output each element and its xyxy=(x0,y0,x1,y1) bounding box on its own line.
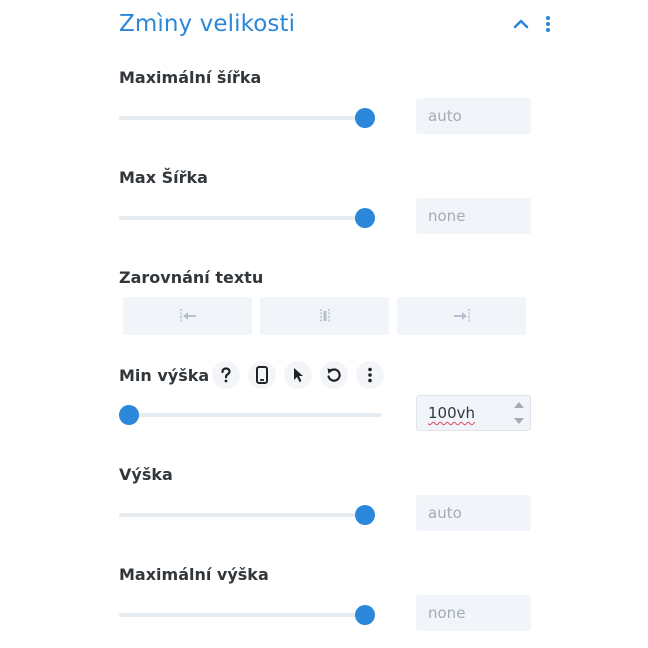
more-options-button[interactable] xyxy=(356,361,384,389)
stepper-down-icon[interactable] xyxy=(514,418,524,424)
slider-thumb[interactable] xyxy=(355,505,375,525)
max-width-alt-slider[interactable] xyxy=(119,208,375,228)
slider-track xyxy=(119,116,375,120)
min-height-slider[interactable] xyxy=(119,405,382,425)
slider-thumb[interactable] xyxy=(355,108,375,128)
number-stepper[interactable] xyxy=(511,398,527,428)
max-height-label: Maximální výška xyxy=(119,565,269,584)
max-width-slider[interactable] xyxy=(119,108,375,128)
slider-track xyxy=(119,513,375,517)
section-title[interactable]: Zmìny velikosti xyxy=(119,11,295,37)
max-width-alt-input[interactable]: none xyxy=(416,198,531,234)
slider-track xyxy=(119,613,375,617)
max-width-input[interactable]: auto xyxy=(416,98,531,134)
max-width-alt-label: Max Šířka xyxy=(119,168,208,187)
align-center-button[interactable] xyxy=(260,297,389,335)
kebab-menu-icon[interactable] xyxy=(540,14,556,34)
reset-button[interactable] xyxy=(320,361,348,389)
text-align-label: Zarovnání textu xyxy=(119,268,264,287)
slider-thumb[interactable] xyxy=(355,208,375,228)
help-button[interactable] xyxy=(212,361,240,389)
hover-button[interactable] xyxy=(284,361,312,389)
slider-track xyxy=(119,216,375,220)
stepper-up-icon[interactable] xyxy=(514,402,524,408)
slider-track xyxy=(119,413,382,417)
slider-thumb[interactable] xyxy=(355,605,375,625)
height-input[interactable]: auto xyxy=(416,495,531,531)
slider-thumb[interactable] xyxy=(119,405,139,425)
chevron-up-icon[interactable] xyxy=(511,14,531,34)
text-align-button-group xyxy=(123,297,528,335)
align-right-button[interactable] xyxy=(397,297,526,335)
height-slider[interactable] xyxy=(119,505,375,525)
height-label: Výška xyxy=(119,465,173,484)
min-height-value: 100vh xyxy=(428,404,476,422)
max-height-slider[interactable] xyxy=(119,605,375,625)
align-left-button[interactable] xyxy=(123,297,252,335)
max-width-label: Maximální šířka xyxy=(119,68,262,87)
responsive-button[interactable] xyxy=(248,361,276,389)
min-height-label: Min výška xyxy=(119,366,210,385)
sizing-settings-panel: Zmìny velikosti Maximální šířka auto Max… xyxy=(0,0,648,648)
max-height-input[interactable]: none xyxy=(416,595,531,631)
